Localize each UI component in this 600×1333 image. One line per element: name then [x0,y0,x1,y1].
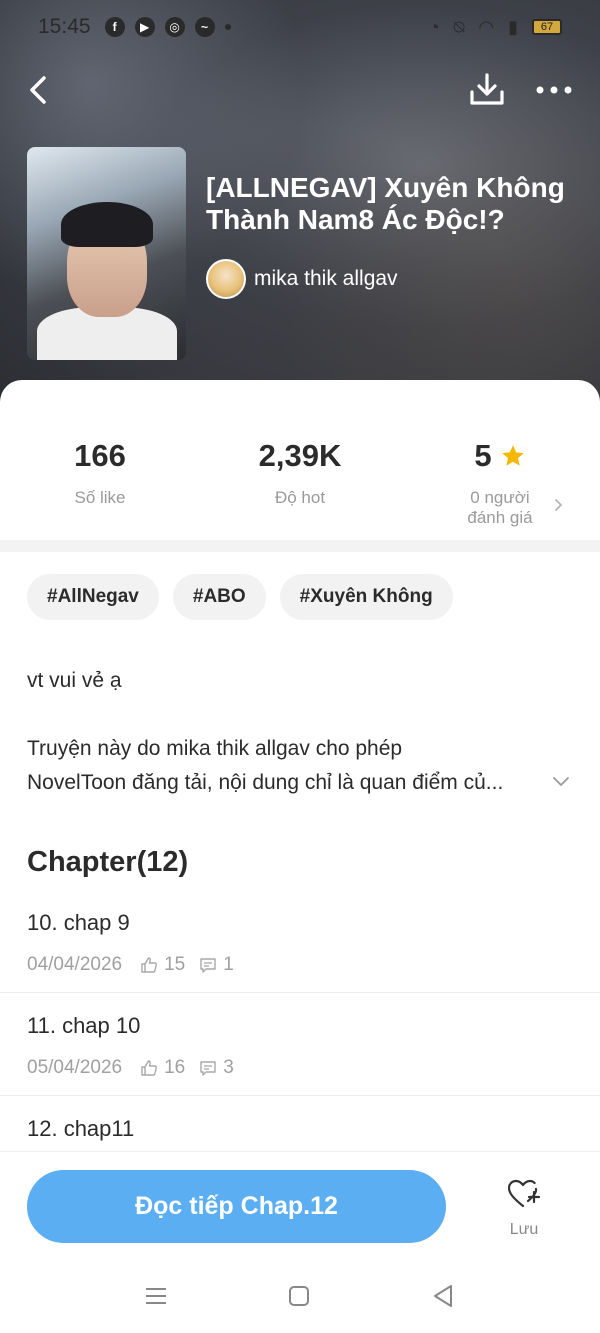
chevron-down-icon[interactable] [552,772,570,790]
chapter-likes: 16 [164,1057,186,1078]
wifi-icon: ◠ [478,16,495,37]
stat-likes-label: Số like [74,488,126,507]
notification-icons: f ▶ ◎ ~ [104,17,231,37]
more-notifications-icon [224,24,231,30]
chapter-date: 05/04/2026 [27,1057,123,1078]
tag-xuyen-khong[interactable]: #Xuyên Không [279,574,453,620]
chapter-meta: 05/04/2026 16 3 [27,1057,248,1079]
author-name: mika thik allgav [254,267,398,290]
back-triangle-icon[interactable] [432,1284,454,1308]
chapter-title: 10. chap 9 [27,910,130,935]
stat-rating-value-row: 5 [400,438,600,474]
author-row[interactable]: mika thik allgav [206,259,398,299]
description-line-1: vt vui vẻ ạ [27,669,122,692]
comment-icon [200,1061,216,1076]
save-button[interactable]: Lưu [492,1178,556,1248]
stat-hot: 2,39K Độ hot [200,438,400,508]
more-dots-icon[interactable] [530,70,578,110]
chapter-row[interactable]: 11. chap 10 05/04/2026 16 3 [0,993,600,1096]
thumb-up-icon [141,957,158,973]
messenger-icon: ~ [194,17,215,37]
stat-rating[interactable]: 5 0 người đánh giá [400,438,600,528]
chapter-list-header: Chapter(12) [27,846,189,878]
home-icon[interactable] [289,1286,309,1306]
tag-allnegav[interactable]: #AllNegav [27,574,159,620]
chapter-likes: 15 [164,954,186,975]
book-header: 15:45 f ▶ ◎ ~ ◔ ⍉ ◠ ▮ 67 [ALLNEGAV] Xuyê… [0,0,600,420]
chapter-title: 12. chap11 [27,1116,135,1141]
status-time: 15:45 [38,15,91,38]
download-icon[interactable] [467,70,507,110]
star-icon [501,445,524,466]
description-line-2: Truyện này do mika thik allgav cho phép [27,737,403,760]
chevron-left-icon[interactable] [22,70,62,110]
section-divider [0,540,600,552]
alarm-icon: ◔ [428,16,440,37]
book-cover[interactable] [27,147,186,360]
chapter-title: 11. chap 10 [27,1013,141,1038]
stat-rating-label: 0 người đánh giá [467,488,533,527]
system-navigation-bar [0,1261,600,1333]
description-line-3: NovelToon đăng tải, nội dung chỉ là quan… [27,771,504,794]
stat-rating-value: 5 [474,438,492,473]
chapter-comments: 3 [223,1057,234,1078]
stat-likes: 166 Số like [0,438,200,508]
stats-row: 166 Số like 2,39K Độ hot 5 0 người đánh … [0,380,600,540]
save-label: Lưu [509,1221,539,1238]
tag-abo[interactable]: #ABO [172,574,266,620]
avatar [206,259,246,299]
stat-likes-value: 166 [74,438,126,473]
book-description[interactable]: vt vui vẻ ạ Truyện này do mika thik allg… [27,664,547,800]
tag-list: #AllNegav #ABO #Xuyên Không [27,574,453,620]
facebook-icon: f [104,17,125,37]
stat-hot-label: Độ hot [274,488,326,507]
comment-icon [200,958,216,973]
chapter-date: 04/04/2026 [27,954,123,975]
continue-reading-button[interactable]: Đọc tiếp Chap.12 [27,1170,446,1243]
chapter-comments: 1 [223,954,234,975]
signal-icon: ▮ [508,16,518,37]
chapter-meta: 04/04/2026 15 1 [27,954,248,976]
book-title: [ALLNEGAV] Xuyên Không Thành Nam8 Ác Độc… [206,172,565,235]
status-bar: 15:45 f ▶ ◎ ~ ◔ ⍉ ◠ ▮ 67 [0,0,600,54]
thumb-up-icon [141,1060,158,1076]
battery-icon: 67 [532,19,562,35]
chevron-right-icon[interactable] [552,498,566,512]
system-icons: ◔ ⍉ ◠ ▮ 67 [429,17,562,38]
menu-icon[interactable] [145,1285,167,1307]
mute-icon: ⍉ [453,16,465,37]
stat-hot-value: 2,39K [258,438,342,473]
youtube-icon: ▶ [134,17,155,37]
heart-plus-icon [507,1179,541,1208]
chapter-row[interactable]: 10. chap 9 04/04/2026 15 1 [0,890,600,993]
app-icon: ◎ [164,17,185,37]
bottom-action-bar: Đọc tiếp Chap.12 Lưu [0,1151,600,1261]
